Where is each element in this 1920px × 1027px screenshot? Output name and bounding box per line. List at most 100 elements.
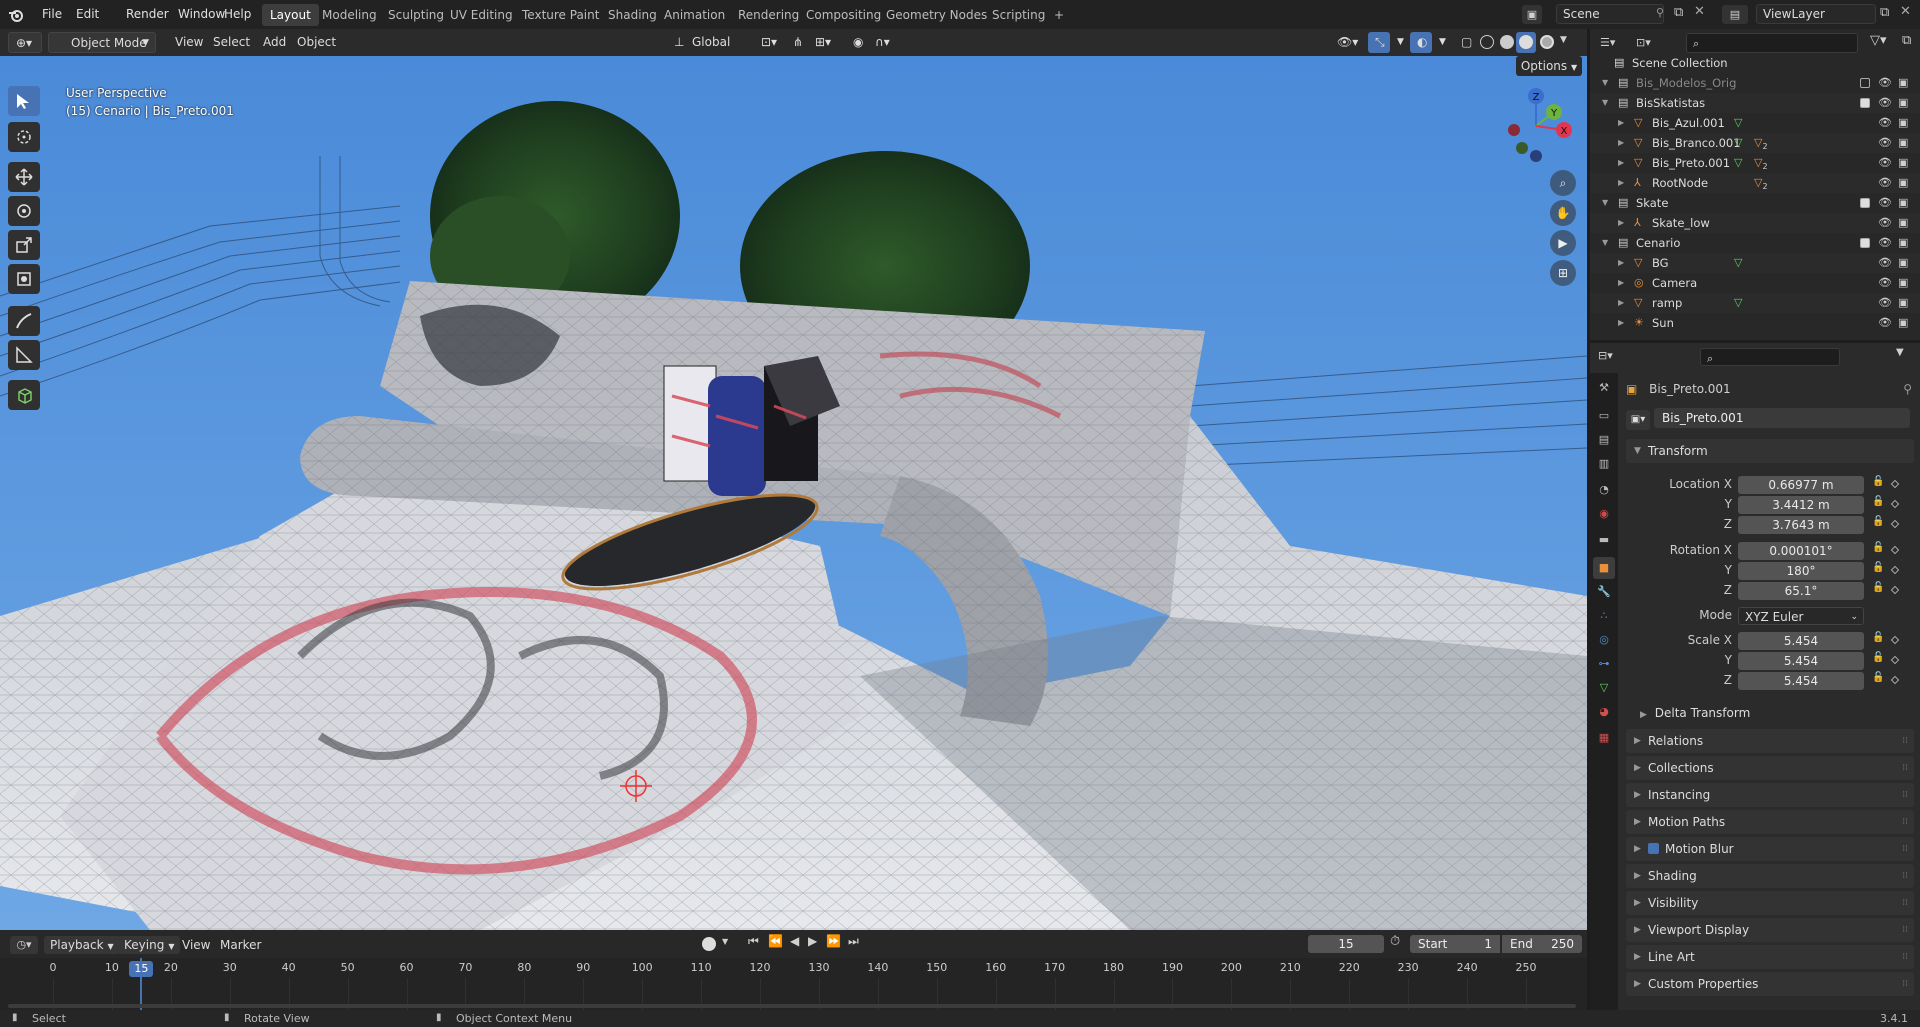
keyframe-dot-icon[interactable] bbox=[1890, 675, 1900, 685]
outliner-row[interactable]: ▼ ▤ Cenario 👁 ▣ bbox=[1590, 233, 1920, 253]
viewport-menu-object[interactable]: Object bbox=[290, 32, 343, 53]
timeline-menu-marker[interactable]: Marker bbox=[214, 936, 267, 954]
keyframe-dot-icon[interactable] bbox=[1890, 519, 1900, 529]
menu-file[interactable]: File bbox=[34, 0, 70, 29]
scale-y-field[interactable]: 5.454 bbox=[1738, 652, 1864, 670]
panel-line-art[interactable]: ▶ Line Art ⁞⁞ bbox=[1626, 945, 1914, 969]
outliner-row[interactable]: ▶ ▽ ramp ▽ 👁 ▣ bbox=[1590, 293, 1920, 313]
data-properties-tab[interactable]: ▽ bbox=[1593, 677, 1615, 699]
camera-view-icon[interactable]: ▶ bbox=[1550, 230, 1576, 256]
transform-panel-header[interactable]: ▼ Transform bbox=[1626, 439, 1914, 463]
visibility-eye-icon[interactable]: 👁 bbox=[1878, 313, 1892, 333]
lock-icon[interactable]: 🔓 bbox=[1872, 516, 1884, 527]
editor-type-button[interactable]: ⊕▾ bbox=[8, 32, 42, 53]
render-camera-icon[interactable]: ▣ bbox=[1898, 313, 1908, 333]
lock-icon[interactable]: 🔓 bbox=[1872, 652, 1884, 663]
scene-selector[interactable]: Scene bbox=[1556, 4, 1664, 24]
expand-chevron-icon[interactable]: ▶ bbox=[1618, 313, 1624, 333]
drag-handle-icon[interactable]: ⁞⁞ bbox=[1902, 864, 1908, 888]
pan-hand-icon[interactable]: ✋ bbox=[1550, 200, 1576, 226]
add-cube-tool[interactable] bbox=[8, 380, 40, 410]
keyframe-dot-icon[interactable] bbox=[1890, 545, 1900, 555]
jump-end-icon[interactable]: ⏭ bbox=[848, 934, 859, 949]
rendered-shading-icon[interactable] bbox=[1540, 35, 1554, 49]
expand-chevron-icon[interactable]: ▶ bbox=[1618, 293, 1624, 313]
options-button[interactable]: Options ▼ bbox=[1516, 56, 1582, 76]
scale-tool[interactable] bbox=[8, 230, 40, 260]
transform-tool[interactable] bbox=[8, 264, 40, 294]
panel-collections[interactable]: ▶ Collections ⁞⁞ bbox=[1626, 756, 1914, 780]
material-shading-icon[interactable] bbox=[1516, 32, 1536, 53]
render-camera-icon[interactable]: ▣ bbox=[1898, 113, 1908, 133]
overlay-dropdown-icon[interactable]: ▼ bbox=[1432, 32, 1446, 53]
workspace-tab-rendering[interactable]: Rendering bbox=[730, 4, 807, 26]
annotate-tool[interactable] bbox=[8, 306, 40, 336]
menu-help[interactable]: Help bbox=[216, 0, 259, 29]
snap-icon[interactable]: ⋔ bbox=[786, 32, 808, 53]
render-camera-icon[interactable]: ▣ bbox=[1898, 253, 1908, 273]
keyframe-dot-icon[interactable] bbox=[1890, 635, 1900, 645]
outliner-row[interactable]: ▶ ▽ BG ▽ 👁 ▣ bbox=[1590, 253, 1920, 273]
workspace-tab-compositing[interactable]: Compositing bbox=[798, 4, 889, 26]
properties-editor-icon[interactable]: ⊟▾ bbox=[1598, 349, 1613, 362]
workspace-tab-modeling[interactable]: Modeling bbox=[314, 4, 385, 26]
rotate-tool[interactable] bbox=[8, 196, 40, 226]
workspace-tab-geometry-nodes[interactable]: Geometry Nodes bbox=[878, 4, 995, 26]
properties-options-icon[interactable]: ▼ bbox=[1896, 347, 1904, 358]
snap-target-icon[interactable]: ⊞▾ bbox=[808, 32, 842, 53]
new-view-layer-icon[interactable]: ⧉ bbox=[1880, 5, 1889, 20]
visibility-eye-icon[interactable]: 👁 bbox=[1878, 113, 1892, 133]
playhead-frame-label[interactable]: 15 bbox=[129, 961, 154, 977]
checkbox-icon[interactable] bbox=[1860, 78, 1870, 88]
outliner-row[interactable]: ▶ ▽ Bis_Azul.001 ▽ 👁 ▣ bbox=[1590, 113, 1920, 133]
expand-chevron-icon[interactable]: ▶ bbox=[1618, 253, 1624, 273]
expand-chevron-icon[interactable]: ▶ bbox=[1618, 213, 1624, 233]
prev-keyframe-icon[interactable]: ⏪ bbox=[768, 934, 783, 948]
timeline[interactable]: ◷▾ ▼ ⏮ ⏪ ◀ ▶ ⏩ ⏭ 15 ⏱ Start 1 End 250 0 10 1… bbox=[0, 930, 1587, 1010]
ortho-grid-icon[interactable]: ⊞ bbox=[1550, 260, 1576, 286]
panel-viewport-display[interactable]: ▶ Viewport Display ⁞⁞ bbox=[1626, 918, 1914, 942]
drag-handle-icon[interactable]: ⁞⁞ bbox=[1902, 837, 1908, 861]
view-layer-selector[interactable]: ViewLayer bbox=[1756, 4, 1876, 24]
object-properties-tab[interactable]: ■ bbox=[1593, 557, 1615, 579]
outliner-row[interactable]: ▶ ▽ Bis_Preto.001 ▽ ▽2 👁 ▣ bbox=[1590, 153, 1920, 173]
outliner-row[interactable]: ▶ ◎ Camera 👁 ▣ bbox=[1590, 273, 1920, 293]
world-properties-tab[interactable]: ◉ bbox=[1593, 503, 1615, 525]
expand-chevron-icon[interactable]: ▶ bbox=[1618, 173, 1624, 193]
transform-orientation-dropdown[interactable]: ⊥Global ▼ bbox=[670, 32, 746, 70]
expand-chevron-icon[interactable]: ▶ bbox=[1618, 273, 1624, 293]
rotation-z-field[interactable]: 65.1° bbox=[1738, 582, 1864, 600]
drag-handle-icon[interactable]: ⁞⁞ bbox=[1902, 918, 1908, 942]
render-properties-tab[interactable]: ▭ bbox=[1593, 405, 1615, 427]
gizmo-dropdown-icon[interactable]: ▼ bbox=[1390, 32, 1404, 53]
outliner-search-input[interactable]: ⌕ bbox=[1686, 33, 1858, 53]
render-camera-icon[interactable]: ▣ bbox=[1898, 213, 1908, 233]
drag-handle-icon[interactable]: ⁞⁞ bbox=[1902, 729, 1908, 753]
viewport-menu-view[interactable]: View bbox=[168, 32, 210, 53]
outliner-display-mode-icon[interactable]: ⊡▾ bbox=[1636, 33, 1658, 53]
datablock-name-field[interactable]: Bis_Preto.001 bbox=[1654, 408, 1910, 428]
outliner-editor-icon[interactable]: ☰▾ bbox=[1600, 33, 1628, 53]
timeline-ruler[interactable]: 0 10 15 20 30 40 50 60 70 80 90 100 110 120 130 140 150 1… bbox=[0, 958, 1587, 1010]
scale-x-field[interactable]: 5.454 bbox=[1738, 632, 1864, 650]
scene-render[interactable] bbox=[0, 56, 1587, 930]
lock-icon[interactable]: 🔓 bbox=[1872, 672, 1884, 683]
expand-chevron-icon[interactable]: ▼ bbox=[1602, 73, 1608, 93]
keyframe-dot-icon[interactable] bbox=[1890, 585, 1900, 595]
lock-icon[interactable]: 🔓 bbox=[1872, 542, 1884, 553]
add-workspace-button[interactable]: + bbox=[1046, 4, 1072, 26]
pin-icon[interactable]: ⚲ bbox=[1903, 379, 1912, 399]
tool-properties-tab[interactable]: ⚒ bbox=[1593, 377, 1615, 399]
render-camera-icon[interactable]: ▣ bbox=[1898, 173, 1908, 193]
expand-chevron-icon[interactable]: ▼ bbox=[1602, 233, 1608, 253]
timeline-editor-icon[interactable]: ◷▾ bbox=[10, 936, 38, 954]
viewport-menu-add[interactable]: Add bbox=[256, 32, 293, 53]
panel-instancing[interactable]: ▶ Instancing ⁞⁞ bbox=[1626, 783, 1914, 807]
constraints-properties-tab[interactable]: ⊶ bbox=[1593, 653, 1615, 675]
motion-blur-checkbox[interactable] bbox=[1648, 843, 1659, 854]
shading-modes[interactable]: ▼ bbox=[1478, 32, 1574, 53]
checkbox-icon[interactable] bbox=[1860, 98, 1870, 108]
lock-icon[interactable]: 🔓 bbox=[1872, 476, 1884, 487]
expand-chevron-icon[interactable]: ▶ bbox=[1618, 153, 1624, 173]
lock-icon[interactable]: 🔓 bbox=[1872, 562, 1884, 573]
